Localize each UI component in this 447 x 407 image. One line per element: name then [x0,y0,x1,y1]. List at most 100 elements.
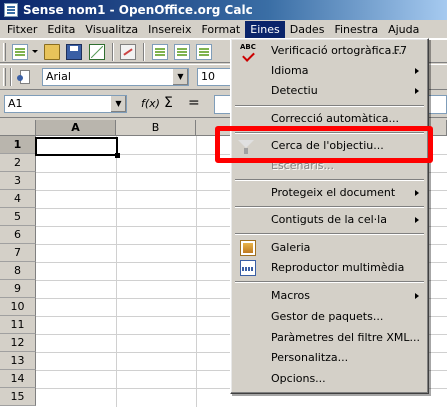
submenu-arrow-icon [415,293,419,299]
row-header[interactable]: 12 [0,334,36,352]
page-preview-icon[interactable] [196,44,212,60]
gallery-icon [240,240,256,256]
row-header[interactable]: 2 [0,154,36,172]
toolbar-grip[interactable] [3,68,6,86]
row-header[interactable]: 5 [0,208,36,226]
email-icon[interactable] [89,44,105,60]
toolbar-separator [112,43,114,61]
row-header[interactable]: 7 [0,244,36,262]
open-icon[interactable] [44,44,60,60]
new-document-icon[interactable] [12,44,28,60]
menu-item-label: Opcions... [271,372,326,385]
title-bar: Sense nom1 - OpenOffice.org Calc [0,0,447,20]
toolbar-separator [143,43,145,61]
column-header-b[interactable]: B [116,120,196,136]
function-wizard-icon[interactable]: f(x) [141,97,160,110]
menu-item-label: Gestor de paquets... [271,310,384,323]
grid-line [116,136,117,407]
row-header[interactable]: 11 [0,316,36,334]
active-cell-a1[interactable] [35,137,120,158]
menu-finestra[interactable]: Finestra [329,21,383,38]
spellcheck-icon: ABC [240,43,256,59]
row-header[interactable]: 15 [0,388,36,406]
menu-fitxer[interactable]: Fitxer [2,21,42,38]
export-pdf-icon[interactable] [152,44,168,60]
media-player-icon [240,260,256,276]
menu-item-gallery[interactable]: Galeria [234,238,425,258]
menu-insereix[interactable]: Insereix [143,21,196,38]
menu-eines[interactable]: Eines [245,20,285,38]
menu-item-macros[interactable]: Macros [234,286,425,306]
name-box-value: A1 [8,97,23,110]
submenu-arrow-icon [415,217,419,223]
menu-dades[interactable]: Dades [285,21,330,38]
select-all-corner[interactable] [0,120,36,136]
menu-item-spelling[interactable]: ABC Verificació ortogràfica... F7 [234,41,425,61]
menu-item-cell-contents[interactable]: Contiguts de la cel·la [234,210,425,230]
toolbar-separator [10,68,12,86]
edit-file-icon[interactable] [120,44,136,60]
tools-menu: ABC Verificació ortogràfica... F7 Idioma… [230,38,429,394]
highlight-box [215,126,433,163]
menu-item-label: Paràmetres del filtre XML... [271,331,421,344]
menu-separator [235,206,424,208]
print-icon[interactable] [174,44,190,60]
menu-item-label: Protegeix el document [271,186,396,199]
row-header[interactable]: 3 [0,172,36,190]
menu-item-label: Correcció automàtica... [271,112,400,125]
shortcut-label: F7 [393,44,407,57]
menu-separator [235,233,424,235]
row-header[interactable]: 14 [0,370,36,388]
menu-item-label: Personalitza... [271,351,349,364]
row-header[interactable]: 6 [0,226,36,244]
font-name-combo[interactable]: Arial ▼ [42,68,189,86]
menu-item-options[interactable]: Opcions... [234,369,425,389]
menu-item-package-manager[interactable]: Gestor de paquets... [234,307,425,327]
menu-separator [235,105,424,107]
toolbar-grip[interactable] [3,43,6,61]
chevron-down-icon[interactable]: ▼ [110,96,126,112]
menu-ajuda[interactable]: Ajuda [383,21,424,38]
menu-edita[interactable]: Edita [42,21,80,38]
row-header[interactable]: 8 [0,262,36,280]
name-box[interactable]: A1 ▼ [4,95,127,113]
row-header[interactable]: 13 [0,352,36,370]
menu-item-label: Verificació ortogràfica... [271,44,402,57]
row-header[interactable]: 9 [0,280,36,298]
menu-item-label: Reproductor multimèdia [271,261,405,274]
menu-item-detective[interactable]: Detectiu [234,81,425,101]
menu-item-xml-filter-settings[interactable]: Paràmetres del filtre XML... [234,328,425,348]
menu-item-media-player[interactable]: Reproductor multimèdia [234,258,425,278]
menu-separator [235,179,424,181]
calc-app-icon [4,3,18,17]
styles-formatting-icon[interactable] [17,70,30,84]
new-dropdown-icon[interactable] [32,50,38,53]
menu-separator [235,281,424,283]
grid-line [196,136,197,407]
column-header-a[interactable]: A [36,120,116,136]
chevron-down-icon[interactable]: ▼ [172,69,188,85]
menu-bar: Fitxer Edita Visualitza Insereix Format … [0,20,447,39]
menu-format[interactable]: Format [196,21,245,38]
menu-item-label: Idioma [271,64,309,77]
submenu-arrow-icon [415,190,419,196]
font-size-value: 10 [201,70,215,83]
save-icon[interactable] [66,44,82,60]
window-title: Sense nom1 - OpenOffice.org Calc [23,3,253,17]
submenu-arrow-icon [415,88,419,94]
row-header[interactable]: 10 [0,298,36,316]
menu-item-label: Macros [271,289,311,302]
sum-icon[interactable]: Σ [164,95,173,111]
menu-item-customize[interactable]: Personalitza... [234,348,425,368]
menu-item-language[interactable]: Idioma [234,61,425,81]
font-name-value: Arial [46,70,71,83]
function-icon[interactable]: = [188,95,200,111]
row-header[interactable]: 4 [0,190,36,208]
submenu-arrow-icon [415,68,419,74]
menu-visualitza[interactable]: Visualitza [80,21,143,38]
menu-item-label: Detectiu [271,84,318,97]
row-header[interactable]: 1 [0,136,36,154]
menu-item-label: Contiguts de la cel·la [271,213,387,226]
menu-item-label: Galeria [271,241,311,254]
menu-item-protect-document[interactable]: Protegeix el document [234,183,425,203]
